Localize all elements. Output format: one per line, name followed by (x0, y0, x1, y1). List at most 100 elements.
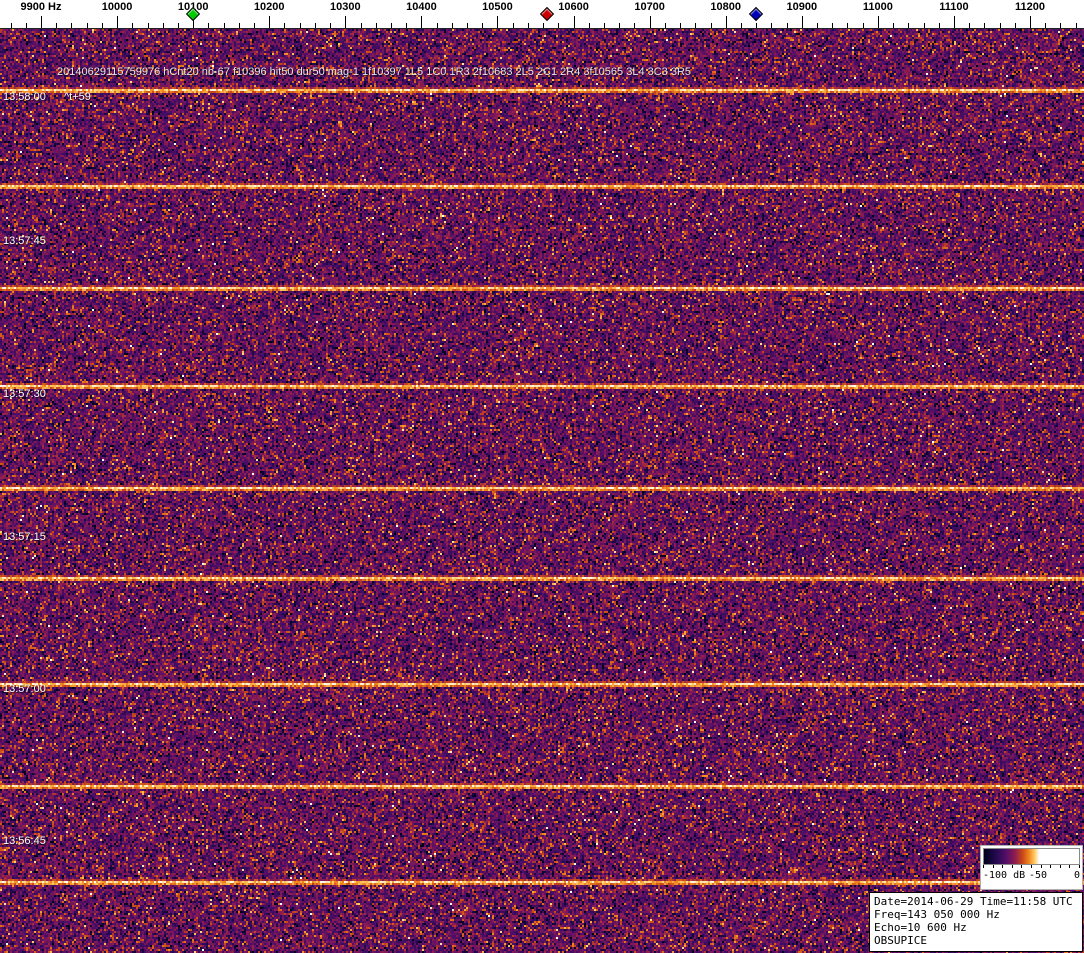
minor-tick (239, 23, 240, 28)
minor-tick (102, 23, 103, 28)
minor-tick (695, 23, 696, 28)
major-tick (878, 16, 879, 28)
minor-tick (847, 23, 848, 28)
minor-tick (437, 23, 438, 28)
major-tick (802, 16, 803, 28)
time-tick-label: 13:58:00 (3, 91, 46, 103)
info-freq-line: Freq=143 050 000 Hz (874, 908, 1078, 921)
minor-tick (452, 23, 453, 28)
minor-tick (87, 23, 88, 28)
legend-label-max: 0 (1074, 870, 1080, 881)
minor-tick (254, 23, 255, 28)
freq-tick-label: 11200 (1015, 1, 1045, 13)
blue-marker[interactable] (749, 7, 763, 21)
minor-tick (148, 23, 149, 28)
minor-tick (756, 23, 757, 28)
legend-tick (1002, 865, 1003, 868)
legend-tick (1060, 865, 1061, 868)
major-tick (1030, 16, 1031, 28)
minor-tick (1060, 23, 1061, 28)
minor-tick (330, 23, 331, 28)
spectrogram-canvas[interactable] (0, 29, 1084, 953)
time-tick-label: 13:57:00 (3, 683, 46, 695)
freq-tick-label: 11000 (863, 1, 893, 13)
frequency-ruler[interactable]: 9900 Hz100001010010200103001040010500106… (0, 0, 1084, 29)
freq-tick-label: 10000 (102, 1, 133, 13)
minor-tick (741, 23, 742, 28)
observation-info-box: Date=2014-06-29 Time=11:58 UTC Freq=143 … (869, 892, 1083, 952)
time-tick-label: 13:56:45 (3, 835, 46, 847)
minor-tick (11, 23, 12, 28)
minor-tick (1015, 23, 1016, 28)
minor-tick (771, 23, 772, 28)
minor-tick (208, 23, 209, 28)
minor-tick (178, 23, 179, 28)
minor-tick (969, 23, 970, 28)
minor-tick (132, 23, 133, 28)
intensity-legend: -100 dB -50 0 (980, 845, 1083, 890)
freq-tick-label: 10700 (634, 1, 665, 13)
major-tick (726, 16, 727, 28)
minor-tick (604, 23, 605, 28)
minor-tick (893, 23, 894, 28)
time-tick-label: 13:57:15 (3, 531, 46, 543)
legend-tick (1050, 865, 1051, 868)
legend-tick (1079, 865, 1080, 868)
sweep-cursor-note: ^t+59 (64, 91, 91, 103)
minor-tick (1000, 23, 1001, 28)
minor-tick (284, 23, 285, 28)
major-tick (650, 16, 651, 28)
minor-tick (528, 23, 529, 28)
legend-tick (1012, 865, 1013, 868)
freq-tick-label: 10400 (406, 1, 437, 13)
time-tick-label: 13:57:30 (3, 388, 46, 400)
legend-tick (1021, 865, 1022, 868)
minor-tick (361, 23, 362, 28)
minor-tick (391, 23, 392, 28)
freq-tick-label: 10200 (254, 1, 285, 13)
freq-tick-label: 10900 (787, 1, 818, 13)
minor-tick (634, 23, 635, 28)
legend-label-min: -100 dB (983, 870, 1025, 881)
spectrogram-window: 9900 Hz100001010010200103001040010500106… (0, 0, 1084, 953)
minor-tick (680, 23, 681, 28)
minor-tick (984, 23, 985, 28)
major-tick (954, 16, 955, 28)
info-date-line: Date=2014-06-29 Time=11:58 UTC (874, 895, 1078, 908)
freq-tick-label: 10500 (482, 1, 513, 13)
red-marker[interactable] (540, 7, 554, 21)
info-echo-line: Echo=10 600 Hz (874, 921, 1078, 934)
minor-tick (406, 23, 407, 28)
minor-tick (26, 23, 27, 28)
major-tick (41, 16, 42, 28)
minor-tick (924, 23, 925, 28)
freq-tick-label: 10800 (710, 1, 741, 13)
legend-tick (983, 865, 984, 868)
minor-tick (832, 23, 833, 28)
minor-tick (467, 23, 468, 28)
minor-tick (939, 23, 940, 28)
freq-tick-label: 10300 (330, 1, 361, 13)
freq-tick-label: 11100 (939, 1, 968, 13)
info-station-line: OBSUPICE (874, 934, 1078, 947)
legend-label-mid: -50 (1029, 870, 1047, 881)
major-tick (497, 16, 498, 28)
event-annotation: 20140629115759976 hCnt20 nb-67 f10396 hi… (57, 66, 691, 78)
minor-tick (1045, 23, 1046, 28)
major-tick (574, 16, 575, 28)
major-tick (345, 16, 346, 28)
minor-tick (163, 23, 164, 28)
minor-tick (711, 23, 712, 28)
minor-tick (513, 23, 514, 28)
minor-tick (817, 23, 818, 28)
colormap-gradient-bar (983, 848, 1080, 865)
freq-tick-label: 10600 (558, 1, 589, 13)
legend-tick (1069, 865, 1070, 868)
minor-tick (71, 23, 72, 28)
minor-tick (543, 23, 544, 28)
freq-tick-label: 9900 Hz (21, 1, 62, 13)
minor-tick (300, 23, 301, 28)
major-tick (421, 16, 422, 28)
minor-tick (787, 23, 788, 28)
minor-tick (482, 23, 483, 28)
